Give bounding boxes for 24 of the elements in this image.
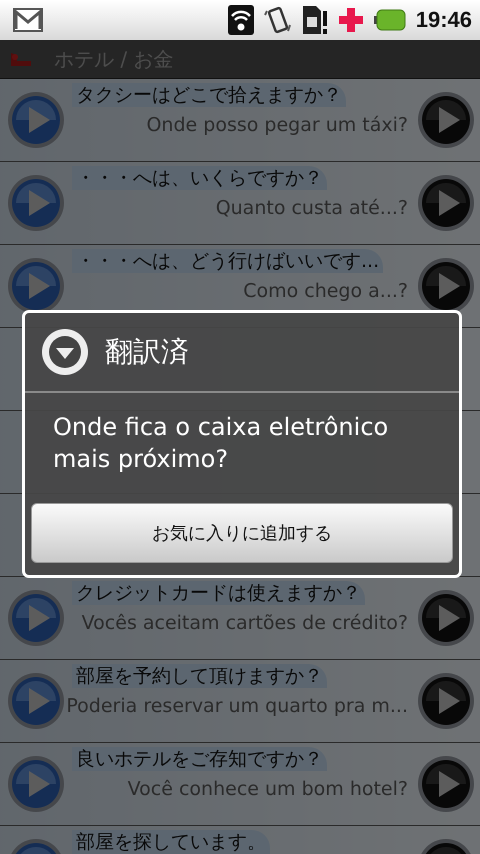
vibrate-icon xyxy=(264,5,292,35)
japanese-phrase: 良いホテルをご存知ですか？ xyxy=(72,747,327,771)
japanese-phrase: クレジットカードは使えますか？ xyxy=(72,581,365,605)
japanese-phrase: 部屋を探しています。 xyxy=(72,830,270,854)
chevron-down-icon xyxy=(41,328,89,376)
portuguese-translation: Quanto custa até...? xyxy=(216,196,409,220)
cross-icon xyxy=(338,7,364,33)
portuguese-translation: Onde posso pegar um táxi? xyxy=(146,113,409,137)
dialog-title: 翻訳済 xyxy=(105,334,189,370)
portuguese-translation: Poderia reservar um quarto pra m... xyxy=(66,694,409,718)
portuguese-translation: Como chego a...? xyxy=(243,279,409,303)
japanese-phrase: ・・・へは、どう行けばいいです... xyxy=(72,249,384,273)
japanese-phrase: 部屋を予約して頂けますか？ xyxy=(72,664,327,688)
wifi-icon xyxy=(228,5,254,35)
dialog-message: Onde fica o caixa eletrônico mais próximo? xyxy=(53,412,390,475)
status-time: 19:46 xyxy=(416,7,472,33)
portuguese-translation: Você conhece um bom hotel? xyxy=(128,777,409,801)
mail-icon xyxy=(12,7,44,33)
add-favorite-button[interactable]: お気に入りに追加する xyxy=(31,503,453,563)
sim-card-icon xyxy=(302,5,328,35)
japanese-phrase: タクシーはどこで拾えますか？ xyxy=(72,83,346,107)
portuguese-translation: Vocês aceitam cartões de crédito? xyxy=(82,611,409,635)
japanese-phrase: ・・・へは、いくらですか？ xyxy=(72,166,327,190)
battery-icon xyxy=(374,9,406,31)
